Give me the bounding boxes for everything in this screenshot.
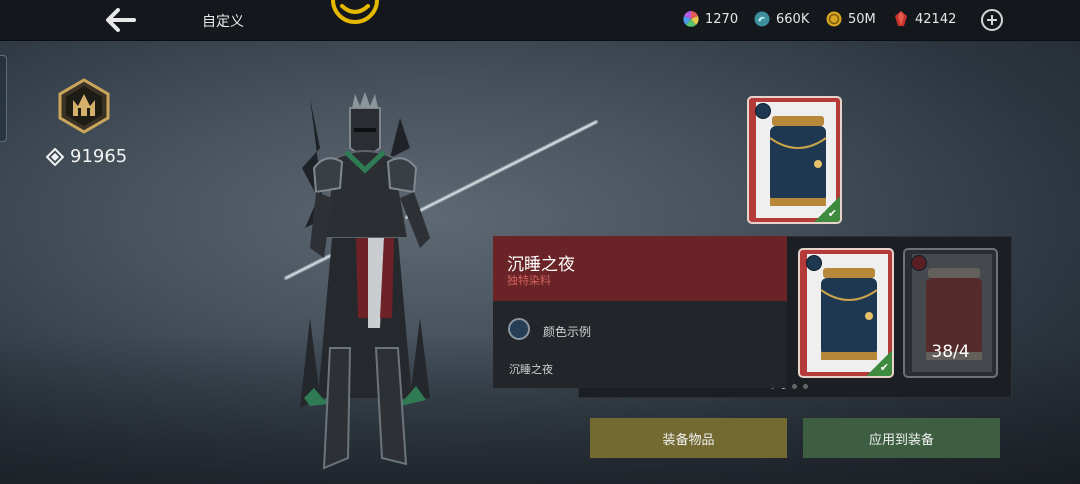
color-swatch bbox=[508, 318, 530, 340]
currency-orbs[interactable]: 660K bbox=[754, 11, 809, 27]
equipped-check-icon: ✔ bbox=[814, 196, 840, 222]
currency-value: 1270 bbox=[705, 11, 739, 27]
currency-gems[interactable]: 1270 bbox=[683, 11, 738, 27]
equipped-dye-card[interactable]: ✔ bbox=[747, 96, 842, 224]
apply-to-gear-button[interactable]: 应用到装备 bbox=[803, 418, 1000, 458]
back-button[interactable] bbox=[102, 6, 138, 34]
arrow-left-icon bbox=[106, 8, 136, 32]
color-example-label: 颜色示例 bbox=[543, 325, 592, 339]
screen-title: 自定义 bbox=[202, 14, 244, 30]
dye-slot-selected[interactable]: ✔ bbox=[798, 248, 894, 378]
equip-item-button[interactable]: 装备物品 bbox=[590, 418, 787, 458]
red-crystal-icon bbox=[895, 11, 907, 26]
item-info-tooltip: 沉睡之夜 独特染料 颜色示例 沉睡之夜 bbox=[493, 236, 787, 388]
power-rating: 91965 bbox=[46, 146, 127, 167]
item-count: 38/4 bbox=[931, 342, 970, 362]
currency-gold[interactable]: 50M bbox=[826, 11, 876, 27]
item-type: 独特染料 bbox=[507, 274, 551, 287]
add-currency-button[interactable] bbox=[981, 9, 1003, 31]
top-bar: 自定义 1270 660K 50M 42142 bbox=[0, 0, 1080, 41]
page-dot bbox=[803, 384, 808, 389]
smile-emblem-icon bbox=[331, 0, 379, 24]
dye-color-dot bbox=[755, 103, 771, 119]
power-value: 91965 bbox=[70, 146, 128, 167]
power-diamond-icon bbox=[46, 147, 64, 166]
gold-coin-icon bbox=[826, 11, 842, 27]
currency-value: 660K bbox=[776, 11, 810, 27]
side-panel-tab[interactable] bbox=[0, 55, 7, 142]
teal-orb-icon bbox=[754, 11, 770, 27]
currency-value: 42142 bbox=[915, 11, 957, 27]
crown-crest-icon bbox=[58, 78, 110, 134]
item-info-header: 沉睡之夜 独特染料 bbox=[493, 236, 787, 301]
page-dot bbox=[792, 384, 797, 389]
dye-slot-locked[interactable]: 38/4 bbox=[903, 248, 998, 378]
currency-crystals[interactable]: 42142 bbox=[893, 11, 956, 27]
currency-value: 50M bbox=[848, 11, 876, 27]
dye-color-dot bbox=[806, 255, 822, 271]
color-name: 沉睡之夜 bbox=[509, 363, 553, 376]
rainbow-gem-icon bbox=[683, 11, 699, 27]
equipped-check-icon: ✔ bbox=[866, 350, 892, 376]
dye-color-dot bbox=[911, 255, 927, 271]
